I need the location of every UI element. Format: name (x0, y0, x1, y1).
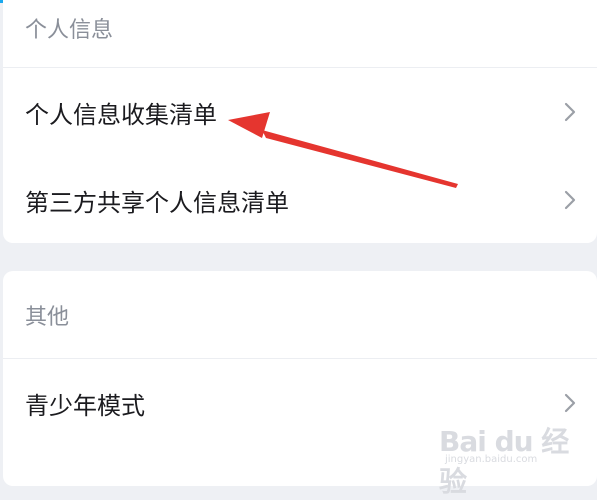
section-header-personal-info: 个人信息 (3, 0, 597, 68)
row-third-party-sharing-list[interactable]: 第三方共享个人信息清单 (3, 156, 597, 243)
row-label: 个人信息收集清单 (25, 100, 217, 129)
row-label: 青少年模式 (25, 391, 145, 420)
row-label: 第三方共享个人信息清单 (25, 188, 289, 217)
baidu-jingyan-watermark: Bai du 经验 jingyan.baidu.com (439, 420, 589, 498)
personal-info-section: 个人信息 个人信息收集清单 第三方共享个人信息清单 (3, 0, 597, 243)
chevron-right-icon (559, 392, 581, 414)
chevron-right-icon (559, 189, 581, 211)
watermark-url: jingyan.baidu.com (445, 454, 538, 465)
chevron-right-icon (559, 101, 581, 123)
section-header-other: 其他 (3, 271, 597, 359)
row-personal-info-collection-list[interactable]: 个人信息收集清单 (3, 68, 597, 156)
